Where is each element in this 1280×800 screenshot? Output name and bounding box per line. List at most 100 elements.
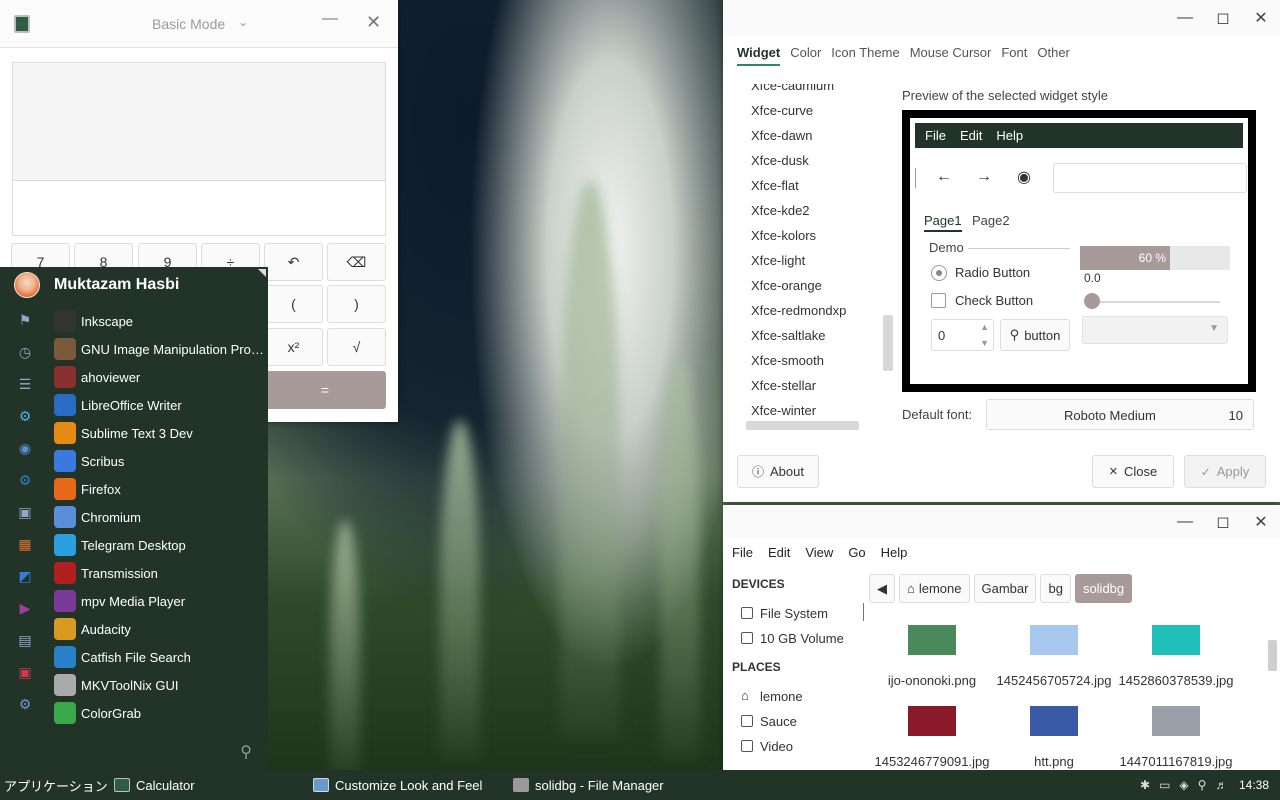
volume-icon[interactable]: ♬ [1215,778,1227,792]
preview-tab-page2[interactable]: Page2 [972,213,1010,228]
theme-item[interactable]: Xfce-dusk [751,153,809,168]
device-file-system[interactable]: File System [741,603,828,623]
theme-list-hscrollbar[interactable] [746,421,859,430]
clock[interactable]: 14:38 [1239,778,1269,792]
theme-item[interactable]: Xfce-redmondxp [751,303,846,318]
taskbar-file-manager[interactable]: solidbg - File Manager [513,770,664,800]
file-item[interactable]: 1452456705724.jpg [989,625,1119,688]
key-close-paren[interactable]: ) [327,285,386,323]
theme-item[interactable]: Xfce-winter [751,403,816,418]
equals-button[interactable]: = [264,371,386,409]
multimedia-icon[interactable]: ▶ [12,595,38,621]
tab-widget[interactable]: Widget [737,45,781,66]
path-gambar[interactable]: Gambar [973,574,1037,603]
gear-icon[interactable]: ⚙ [12,467,38,493]
menu-help[interactable]: Help [881,545,908,560]
menu-file[interactable]: File [732,545,753,560]
appearance-titlebar[interactable]: — ◻ ✕ [723,0,1280,36]
avatar[interactable] [14,272,40,298]
theme-item[interactable]: Xfce-flat [751,178,799,193]
path-bg[interactable]: bg [1040,574,1071,603]
close-button[interactable]: ✕ [366,12,381,33]
preview-combobox[interactable]: ▼ [1082,316,1228,344]
list-item[interactable]: mpv Media Player [54,587,264,615]
network-icon[interactable]: ◈ [1179,778,1188,792]
pane-divider[interactable] [863,603,864,621]
path-solidbg[interactable]: solidbg [1074,574,1133,603]
internet-icon[interactable]: ◩ [12,563,38,589]
menu-edit[interactable]: Edit [768,545,790,560]
bookmark-icon[interactable]: ⚑ [12,307,38,333]
preview-menu-help[interactable]: Help [996,128,1023,143]
default-font-button[interactable]: Roboto Medium 10 [986,399,1254,430]
office-icon[interactable]: ▤ [12,627,38,653]
list-item[interactable]: Firefox [54,475,264,503]
theme-item[interactable]: Xfce-kde2 [751,203,810,218]
list-item[interactable]: Catfish File Search [54,643,264,671]
file-manager-titlebar[interactable]: — ◻ ✕ [723,505,1280,538]
minimize-button[interactable]: — [1166,505,1204,538]
applications-menu-button[interactable]: アプリケーション [4,770,108,800]
theme-item[interactable]: Xfce-smooth [751,353,824,368]
place-sauce[interactable]: Sauce [741,711,797,731]
calculator-titlebar[interactable]: Basic Mode ⌄ — ✕ [0,0,398,48]
tab-other[interactable]: Other [1037,45,1070,66]
list-item[interactable]: MKVToolNix GUI [54,671,264,699]
radio-button[interactable] [931,265,947,281]
key-open-paren[interactable]: ( [264,285,323,323]
file-item[interactable]: 1453246779091.jpg [867,706,997,769]
resize-corner[interactable] [258,269,266,277]
list-item[interactable]: ahoviewer [54,363,264,391]
file-item[interactable]: ijo-ononoki.png [867,625,997,688]
tab-mouse-cursor[interactable]: Mouse Cursor [910,45,992,66]
tab-color[interactable]: Color [790,45,821,66]
file-item[interactable]: 1452860378539.jpg [1111,625,1241,688]
theme-list-scrollbar[interactable] [883,315,893,371]
spin-up-icon[interactable]: ▲ [980,322,989,332]
list-item[interactable]: Telegram Desktop [54,531,264,559]
menu-go[interactable]: Go [848,545,865,560]
graphics-icon[interactable]: ▦ [12,531,38,557]
record-icon[interactable]: ◉ [1009,162,1039,192]
list-item[interactable]: Audacity [54,615,264,643]
calculator-entry[interactable] [12,180,386,236]
list-item[interactable]: GNU Image Manipulation Prog... [54,335,264,363]
slider-knob[interactable] [1084,293,1100,309]
close-button[interactable]: ✕ [1242,505,1280,538]
place-lemone[interactable]: ⌂ lemone [741,686,803,706]
minimize-button[interactable]: — [322,10,338,28]
forward-arrow-icon[interactable]: → [969,162,999,192]
spin-button[interactable]: 0 ▲ ▼ [931,319,994,351]
check-button[interactable] [931,293,946,308]
backspace-button[interactable]: ⌫ [327,243,386,281]
undo-button[interactable]: ↶ [264,243,323,281]
maximize-button[interactable]: ◻ [1204,505,1242,538]
bluetooth-icon[interactable]: ✱ [1140,778,1150,792]
theme-item[interactable]: Xfce-orange [751,278,822,293]
gamepad-icon[interactable]: ▣ [12,499,38,525]
chevron-down-icon[interactable]: ⌄ [238,15,248,29]
close-dialog-button[interactable]: ✕ Close [1092,455,1174,488]
taskbar-calculator[interactable]: Calculator [114,770,195,800]
spin-down-icon[interactable]: ▼ [980,338,989,348]
theme-item[interactable]: Xfce-kolors [751,228,816,243]
settings-icon[interactable]: ⚙ [12,403,38,429]
search-icon[interactable]: ⚲ [240,742,252,762]
mode-selector[interactable]: Basic Mode [152,16,225,32]
display-icon[interactable]: ▭ [1159,778,1170,792]
theme-item[interactable]: Xfce-light [751,253,805,268]
list-item[interactable]: Chromium [54,503,264,531]
tab-icon-theme[interactable]: Icon Theme [831,45,899,66]
preview-menu-edit[interactable]: Edit [960,128,982,143]
settings-manager-icon[interactable]: ⚙ [12,691,38,717]
list-item[interactable]: ColorGrab [54,699,264,727]
preview-tab-page1[interactable]: Page1 [924,213,962,232]
list-item[interactable]: Transmission [54,559,264,587]
theme-item[interactable]: Xfce-saltlake [751,328,825,343]
tab-font[interactable]: Font [1001,45,1027,66]
slider-track[interactable] [1086,301,1220,303]
file-item[interactable]: 1447011167819.jpg [1111,706,1241,769]
file-grid-scrollbar[interactable] [1268,640,1277,671]
back-arrow-icon[interactable]: ← [929,162,959,192]
key-sqrt[interactable]: √ [327,328,386,366]
